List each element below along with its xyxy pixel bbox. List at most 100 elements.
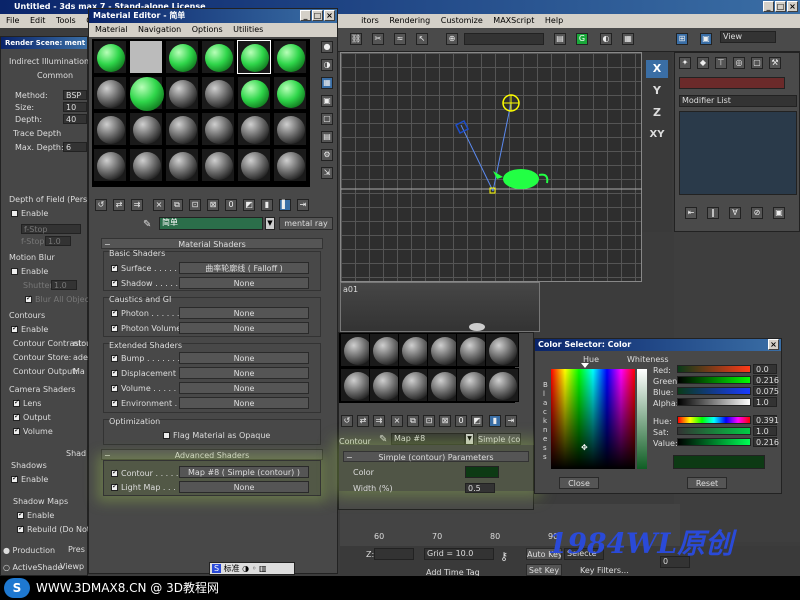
- method-field[interactable]: BSP: [63, 90, 87, 100]
- menu-help[interactable]: Help: [541, 16, 567, 25]
- utilities-tab-icon[interactable]: ⚒: [769, 57, 781, 69]
- advanced-shaders-rollout[interactable]: Advanced Shaders: [101, 449, 323, 460]
- set-key-button[interactable]: Set Key: [526, 564, 562, 576]
- show-map-icon[interactable]: ◩: [471, 415, 483, 427]
- chevron-down-icon[interactable]: ▼: [265, 217, 275, 230]
- sample-slot[interactable]: [273, 76, 307, 110]
- axis-z[interactable]: Z: [646, 104, 668, 122]
- make-preview-icon[interactable]: ▤: [321, 131, 333, 143]
- volume-shader-button[interactable]: None: [179, 382, 309, 394]
- show-end-result-icon[interactable]: ▮: [261, 199, 273, 211]
- photon-volume-checkbox[interactable]: Photon Volume .: [111, 323, 186, 333]
- view-icon[interactable]: ▣: [700, 33, 712, 45]
- sample-slot[interactable]: [93, 148, 127, 182]
- render-scene-icon[interactable]: ▦: [622, 33, 634, 45]
- me-menu-utilities[interactable]: Utilities: [229, 25, 267, 34]
- menu-maxscript[interactable]: MAXScript: [489, 16, 538, 25]
- map-type-button[interactable]: Simple (contour): [477, 433, 521, 445]
- sample-slot[interactable]: [165, 148, 199, 182]
- sat-slider[interactable]: [677, 427, 751, 435]
- get-material-icon[interactable]: ↺: [95, 199, 107, 211]
- blue-slider[interactable]: [677, 387, 751, 395]
- display-tab-icon[interactable]: ▢: [751, 57, 763, 69]
- me-menu-navigation[interactable]: Navigation: [134, 25, 185, 34]
- photon-checkbox[interactable]: Photon . . . . . . .: [111, 308, 185, 318]
- shadow-checkbox[interactable]: Shadow . . . . . . .: [111, 278, 188, 288]
- maximize-icon[interactable]: □: [775, 1, 786, 12]
- pick-material-icon[interactable]: ✎: [143, 219, 151, 230]
- bump-checkbox[interactable]: Bump . . . . . . . .: [111, 353, 185, 363]
- minimize-icon[interactable]: _: [763, 1, 774, 12]
- value-field[interactable]: 0.216: [753, 437, 779, 447]
- mb-enable-checkbox[interactable]: Enable: [11, 267, 48, 276]
- select-filter-icon[interactable]: ⊞: [676, 33, 688, 45]
- go-forward-icon[interactable]: ⇥: [505, 415, 517, 427]
- unlink-icon[interactable]: ✂: [372, 33, 384, 45]
- volume-shader-checkbox[interactable]: Volume . . . . . . .: [111, 383, 186, 393]
- value-slider[interactable]: [677, 438, 751, 446]
- me-close-icon[interactable]: ×: [324, 10, 335, 21]
- sample-slot[interactable]: [237, 112, 271, 146]
- motion-tab-icon[interactable]: ◎: [733, 57, 745, 69]
- z-coordinate-field[interactable]: [374, 548, 414, 560]
- sample-type-icon[interactable]: ●: [321, 41, 333, 53]
- material-name-field[interactable]: 简单: [159, 217, 263, 230]
- sample-slot[interactable]: [165, 112, 199, 146]
- me-menu-material[interactable]: Material: [91, 25, 132, 34]
- top-viewport[interactable]: [340, 52, 643, 282]
- modifier-stack[interactable]: [679, 111, 797, 195]
- max-depth-field[interactable]: 6: [63, 142, 87, 152]
- red-slider[interactable]: [677, 365, 751, 373]
- me-maximize-icon[interactable]: □: [312, 10, 323, 21]
- sample-slot[interactable]: [273, 112, 307, 146]
- modifier-list-dropdown[interactable]: Modifier List: [679, 95, 797, 107]
- red-field[interactable]: 0.0: [753, 364, 777, 374]
- alpha-field[interactable]: 1.0: [753, 397, 777, 407]
- sample-slot[interactable]: [237, 76, 271, 110]
- sample-slot[interactable]: [93, 40, 127, 74]
- environment-shader-button[interactable]: None: [179, 397, 309, 409]
- shadow-shader-button[interactable]: None: [179, 277, 309, 289]
- pick-map-icon[interactable]: ✎: [379, 434, 387, 445]
- me-menu-options[interactable]: Options: [188, 25, 227, 34]
- photon-shader-button[interactable]: None: [179, 307, 309, 319]
- select-name-icon[interactable]: ⊕: [446, 33, 458, 45]
- chevron-down-icon[interactable]: ▼: [465, 433, 474, 445]
- sample-slot[interactable]: [129, 112, 163, 146]
- close-button[interactable]: Close: [559, 477, 599, 489]
- backlight-icon[interactable]: ◑: [321, 59, 333, 71]
- alpha-slider[interactable]: [677, 398, 751, 406]
- sample-slot[interactable]: [201, 112, 235, 146]
- uv-tiling-icon[interactable]: ▣: [321, 95, 333, 107]
- create-tab-icon[interactable]: ✦: [679, 57, 691, 69]
- bind-icon[interactable]: ≈: [394, 33, 406, 45]
- axis-xy[interactable]: XY: [646, 126, 668, 144]
- sample-slot[interactable]: [273, 148, 307, 182]
- material-shaders-rollout[interactable]: Material Shaders: [101, 238, 323, 249]
- dof-enable-checkbox[interactable]: Enable: [11, 209, 48, 218]
- whiteness-slider[interactable]: [637, 369, 647, 469]
- material-type-button[interactable]: mental ray: [279, 217, 333, 230]
- surface-checkbox[interactable]: Surface . . . . . . .: [111, 263, 187, 273]
- menu-file[interactable]: File: [2, 16, 23, 25]
- production-radio[interactable]: ● Production: [3, 546, 55, 555]
- configure-sets-icon[interactable]: ▣: [773, 207, 785, 219]
- sample-slot[interactable]: [93, 76, 127, 110]
- reset-button[interactable]: Reset: [687, 477, 727, 489]
- show-map-icon[interactable]: ◩: [243, 199, 255, 211]
- select-by-material-icon[interactable]: ⇲: [321, 167, 333, 179]
- make-unique-icon[interactable]: ⊡: [423, 415, 435, 427]
- me-minimize-icon[interactable]: _: [300, 10, 311, 21]
- get-material-icon[interactable]: ↺: [341, 415, 353, 427]
- video-color-icon[interactable]: ▢: [321, 113, 333, 125]
- bump-shader-button[interactable]: None: [179, 352, 309, 364]
- displacement-shader-button[interactable]: None: [179, 367, 309, 379]
- options-icon[interactable]: ⚙: [321, 149, 333, 161]
- put-to-scene-icon[interactable]: ⇄: [113, 199, 125, 211]
- fstop-dropdown[interactable]: f-Stop: [21, 224, 81, 234]
- go-to-parent-icon[interactable]: ▮: [489, 415, 501, 427]
- material-effects-icon[interactable]: 0: [225, 199, 237, 211]
- sample-slot[interactable]: [93, 112, 127, 146]
- sample-slot[interactable]: [201, 76, 235, 110]
- hue-marker-icon[interactable]: [581, 363, 589, 368]
